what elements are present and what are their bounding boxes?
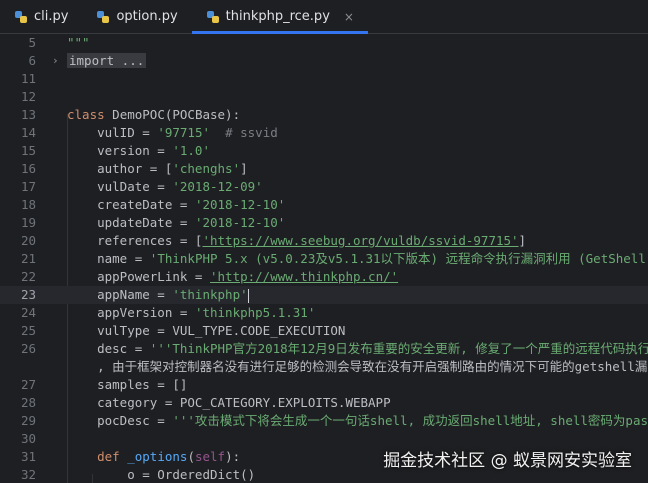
- python-file-icon: [206, 10, 219, 23]
- line-number: 26: [20, 341, 36, 356]
- code-line[interactable]: 13 class DemoPOC(POCBase):: [0, 106, 648, 124]
- code-text: """: [67, 35, 90, 50]
- code-text: vulType = VUL_TYPE.CODE_EXECUTION: [67, 323, 346, 338]
- tab-cli-py[interactable]: cli.py: [0, 0, 82, 33]
- line-number: 16: [20, 161, 36, 176]
- watermark-text: 掘金技术社区 @ 蚁景网安实验室: [383, 451, 632, 471]
- code-line[interactable]: 29 pocDesc = '''攻击模式下将会生成一个一句话shell, 成功返…: [0, 412, 648, 430]
- text-caret: [247, 288, 249, 303]
- code-line[interactable]: , 由于框架对控制器名没有进行足够的检测会导致在没有开启强制路由的情况下可能的g…: [0, 358, 648, 376]
- line-number: 14: [20, 125, 36, 140]
- editor-tab-bar: cli.py option.py thinkphp_rce.py ×: [0, 0, 648, 34]
- code-line[interactable]: 27 samples = []: [0, 376, 648, 394]
- code-text: version = '1.0': [67, 143, 210, 158]
- code-text: author = ['chenghs']: [67, 161, 248, 176]
- code-line[interactable]: 26 desc = '''ThinkPHP官方2018年12月9日发布重要的安全…: [0, 340, 648, 358]
- tab-label: thinkphp_rce.py: [225, 9, 330, 24]
- code-line[interactable]: 21 name = 'ThinkPHP 5.x (v5.0.23及v5.1.31…: [0, 250, 648, 268]
- line-number: 15: [20, 143, 36, 158]
- line-number: 24: [20, 305, 36, 320]
- tab-label: cli.py: [34, 9, 69, 24]
- code-line[interactable]: 24 appVersion = 'thinkphp5.1.31': [0, 304, 648, 322]
- python-file-icon: [97, 10, 110, 23]
- code-line[interactable]: 16 author = ['chenghs']: [0, 160, 648, 178]
- code-text: createDate = '2018-12-10': [67, 197, 286, 212]
- line-number: 31: [20, 449, 36, 464]
- code-text: references = ['https://www.seebug.org/vu…: [67, 233, 527, 248]
- line-number: 28: [20, 395, 36, 410]
- code-text: desc = '''ThinkPHP官方2018年12月9日发布重要的安全更新,…: [67, 341, 648, 356]
- code-line[interactable]: 25 vulType = VUL_TYPE.CODE_EXECUTION: [0, 322, 648, 340]
- code-line[interactable]: 28 category = POC_CATEGORY.EXPLOITS.WEBA…: [0, 394, 648, 412]
- code-line[interactable]: 15 version = '1.0': [0, 142, 648, 160]
- code-text: vulDate = '2018-12-09': [67, 179, 263, 194]
- code-line[interactable]: 23 appName = 'thinkphp': [0, 286, 648, 304]
- line-number: 18: [20, 197, 36, 212]
- code-line[interactable]: 14 vulID = '97715' # ssvid: [0, 124, 648, 142]
- code-text: updateDate = '2018-12-10': [67, 215, 286, 230]
- code-line[interactable]: 6 › import ...: [0, 52, 648, 70]
- code-text: import ...: [67, 53, 147, 68]
- code-line[interactable]: 19 updateDate = '2018-12-10': [0, 214, 648, 232]
- code-text: class DemoPOC(POCBase):: [67, 107, 241, 122]
- tab-label: option.py: [116, 9, 178, 24]
- line-number: 22: [20, 269, 36, 284]
- line-number: 25: [20, 323, 36, 338]
- code-text: appVersion = 'thinkphp5.1.31': [67, 305, 316, 320]
- tab-option-py[interactable]: option.py: [82, 0, 191, 33]
- code-text: o = OrderedDict(): [67, 467, 256, 482]
- code-text: name = 'ThinkPHP 5.x (v5.0.23及v5.1.31以下版…: [67, 251, 648, 266]
- line-number: 13: [20, 107, 36, 122]
- code-text: category = POC_CATEGORY.EXPLOITS.WEBAPP: [67, 395, 391, 410]
- code-text: pocDesc = '''攻击模式下将会生成一个一句话shell, 成功返回sh…: [67, 413, 648, 428]
- line-number: 17: [20, 179, 36, 194]
- line-number: 11: [20, 71, 36, 86]
- code-line[interactable]: 12: [0, 88, 648, 106]
- python-file-icon: [15, 10, 27, 23]
- code-line[interactable]: 18 createDate = '2018-12-10': [0, 196, 648, 214]
- code-line[interactable]: 11: [0, 70, 648, 88]
- code-text: appName = 'thinkphp': [67, 287, 249, 303]
- line-number: 30: [20, 431, 36, 446]
- code-editor[interactable]: 5 """ 6 › import ... 11 12 13 class DemoPOC(POCB…: [0, 34, 648, 483]
- line-number: 21: [20, 251, 36, 266]
- close-icon[interactable]: ×: [344, 10, 354, 24]
- line-number: 20: [20, 233, 36, 248]
- line-number: 5: [28, 35, 36, 50]
- code-line[interactable]: 17 vulDate = '2018-12-09': [0, 178, 648, 196]
- line-number: 19: [20, 215, 36, 230]
- line-number: 32: [20, 467, 36, 482]
- code-text: def _options(self):: [97, 449, 241, 464]
- code-text: samples = []: [67, 377, 188, 392]
- line-number: 12: [20, 89, 36, 104]
- code-text: vulID = '97715' # ssvid: [67, 125, 278, 140]
- code-line[interactable]: 5 """: [0, 34, 648, 52]
- line-number: 27: [20, 377, 36, 392]
- code-text: , 由于框架对控制器名没有进行足够的检测会导致在没有开启强制路由的情况下可能的g…: [97, 359, 648, 374]
- fold-chevron-icon[interactable]: ›: [52, 52, 59, 70]
- tab-thinkphp-rce-py[interactable]: thinkphp_rce.py ×: [191, 0, 369, 34]
- line-number: 23: [20, 287, 36, 302]
- code-text: appPowerLink = 'http://www.thinkphp.cn/': [67, 269, 399, 284]
- line-number: 6: [28, 53, 36, 68]
- code-line[interactable]: 22 appPowerLink = 'http://www.thinkphp.c…: [0, 268, 648, 286]
- code-line[interactable]: 20 references = ['https://www.seebug.org…: [0, 232, 648, 250]
- line-number: 29: [20, 413, 36, 428]
